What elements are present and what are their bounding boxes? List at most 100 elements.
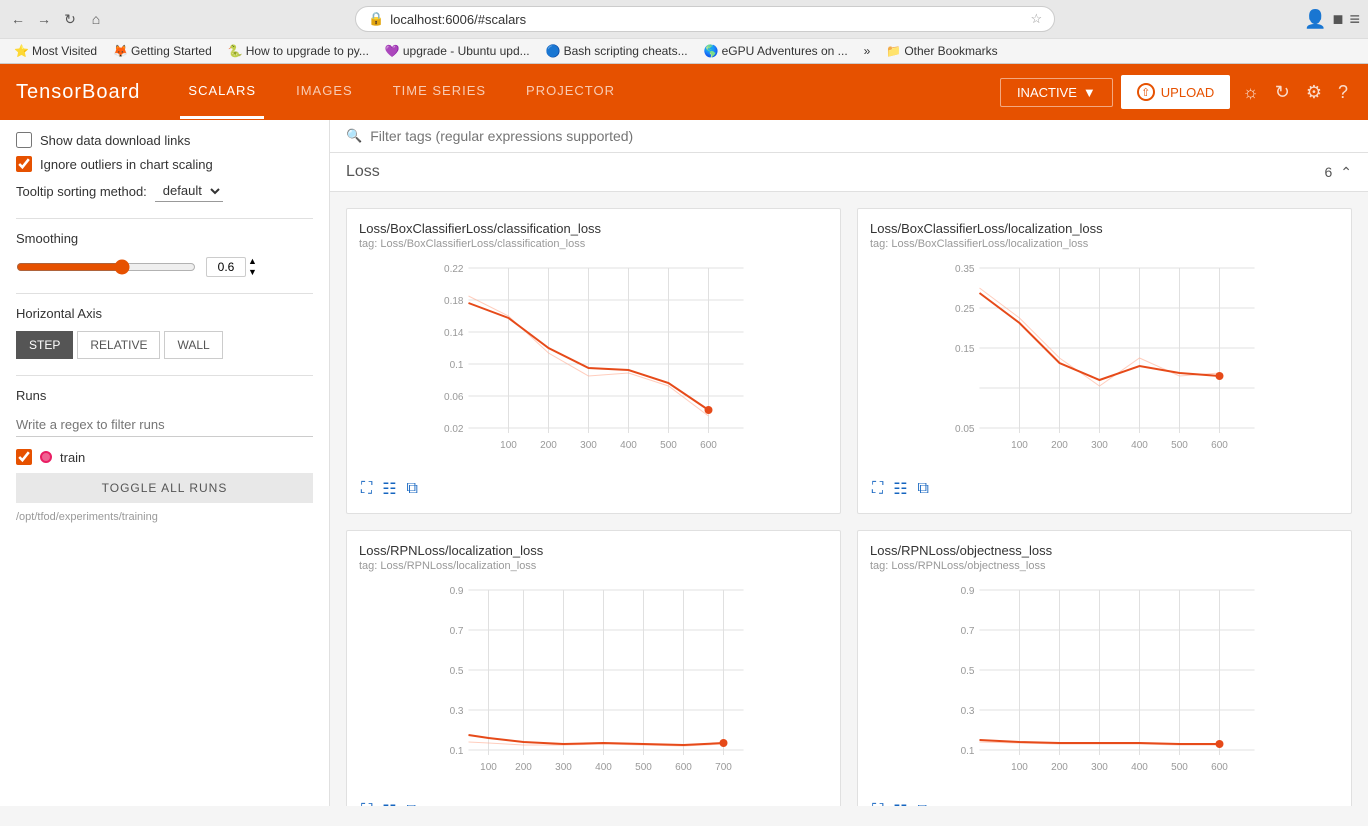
ignore-outliers-checkbox[interactable] [16,156,32,172]
svg-text:0.22: 0.22 [444,264,464,275]
bookmark-python[interactable]: 🐍 How to upgrade to py... [222,42,375,60]
more-bookmarks[interactable]: » [858,42,877,60]
divider-3 [16,375,313,376]
chart-3-tag: tag: Loss/RPNLoss/localization_loss [359,560,828,572]
collapse-icon[interactable]: ⌃ [1340,164,1352,181]
bookmark-ubuntu[interactable]: 💜 upgrade - Ubuntu upd... [379,42,536,60]
chart-2-expand-button[interactable]: ⛶ [870,477,885,501]
show-download-checkbox-row[interactable]: Show data download links [16,132,313,148]
svg-text:0.1: 0.1 [450,746,464,757]
theme-icon[interactable]: ☼ [1238,78,1263,107]
tooltip-select[interactable]: default [155,180,223,202]
folder-icon: 📁 [886,44,901,58]
svg-text:400: 400 [1131,440,1148,451]
svg-text:0.15: 0.15 [955,344,975,355]
forward-button[interactable]: → [34,9,54,29]
bookmark-most-visited[interactable]: ⭐ Most Visited [8,42,103,60]
smoothing-number[interactable]: 0.6 [206,257,246,277]
svg-text:0.3: 0.3 [961,706,975,717]
home-button[interactable]: ⌂ [86,9,106,29]
svg-text:300: 300 [580,440,597,451]
chart-2-zoom-button[interactable]: ⧉ [916,477,931,501]
data-path: /opt/tfod/experiments/training [16,511,313,523]
menu-icon[interactable]: ≡ [1349,9,1360,30]
nav-time-series[interactable]: TIME SERIES [385,65,494,119]
bash-icon: 🔵 [546,44,561,58]
svg-text:100: 100 [1011,762,1028,773]
svg-text:700: 700 [715,762,732,773]
refresh-button[interactable]: ↻ [60,9,80,29]
chart-4-title: Loss/RPNLoss/objectness_loss [870,543,1339,558]
nav-scalars[interactable]: SCALARS [180,65,264,119]
svg-text:300: 300 [1091,762,1108,773]
svg-text:400: 400 [620,440,637,451]
tensorboard-logo: TensorBoard [16,81,140,104]
search-icon: 🔍 [346,128,362,144]
header-right: INACTIVE ▼ ⇧ UPLOAD ☼ ↻ ⚙ ? [1000,75,1352,109]
dropdown-chevron-icon: ▼ [1083,85,1096,100]
svg-text:0.5: 0.5 [450,666,464,677]
svg-text:0.1: 0.1 [961,746,975,757]
axis-wall-button[interactable]: WALL [164,331,222,359]
nav-projector[interactable]: PROJECTOR [518,65,623,119]
nav-images[interactable]: IMAGES [288,65,361,119]
chart-3-zoom-button[interactable]: ⧉ [405,799,420,806]
content-area: 🔍 Loss 6 ⌃ Loss/BoxClassifierLoss/classi… [330,120,1368,806]
chart-2-title: Loss/BoxClassifierLoss/localization_loss [870,221,1339,236]
inactive-dropdown[interactable]: INACTIVE ▼ [1000,78,1113,107]
filter-bar: 🔍 [330,120,1368,153]
extensions-icon[interactable]: ■ [1333,9,1344,30]
slider-arrows[interactable]: ▲▼ [248,256,257,277]
smoothing-slider[interactable] [16,259,196,275]
chart-rpn-objectness: Loss/RPNLoss/objectness_loss tag: Loss/R… [857,530,1352,806]
runs-filter-input[interactable] [16,413,313,437]
bookmark-getting-started[interactable]: 🦊 Getting Started [107,42,218,60]
svg-text:100: 100 [500,440,517,451]
chart-4-zoom-button[interactable]: ⧉ [916,799,931,806]
svg-text:500: 500 [635,762,652,773]
chart-3-actions: ⛶ ☷ ⧉ [359,799,828,806]
chart-2-actions: ⛶ ☷ ⧉ [870,477,1339,501]
chart-1-zoom-button[interactable]: ⧉ [405,477,420,501]
svg-text:0.1: 0.1 [450,360,464,371]
star-icon[interactable]: ☆ [1030,11,1042,27]
profile-icon[interactable]: 👤 [1304,9,1326,30]
svg-text:0.25: 0.25 [955,304,975,315]
upload-button[interactable]: ⇧ UPLOAD [1121,75,1230,109]
chart-3-expand-button[interactable]: ⛶ [359,799,374,806]
bookmark-egpu[interactable]: 🌎 eGPU Adventures on ... [698,42,854,60]
charts-grid: Loss/BoxClassifierLoss/classification_lo… [330,192,1368,806]
smoothing-section: Smoothing 0.6 ▲▼ [16,231,313,277]
divider-1 [16,218,313,219]
back-button[interactable]: ← [8,9,28,29]
settings-icon[interactable]: ⚙ [1302,78,1326,107]
axis-step-button[interactable]: STEP [16,331,73,359]
address-bar[interactable]: 🔒 localhost:6006/#scalars ☆ [355,6,1055,32]
svg-text:600: 600 [1211,762,1228,773]
loss-section-count: 6 ⌃ [1324,164,1352,181]
svg-text:200: 200 [1051,440,1068,451]
main-layout: Show data download links Ignore outliers… [0,120,1368,806]
chart-4-expand-button[interactable]: ⛶ [870,799,885,806]
ignore-outliers-checkbox-row[interactable]: Ignore outliers in chart scaling [16,156,313,172]
chart-1-title: Loss/BoxClassifierLoss/classification_lo… [359,221,828,236]
chart-2-data-button[interactable]: ☷ [891,477,909,501]
axis-relative-button[interactable]: RELATIVE [77,331,160,359]
reload-icon[interactable]: ↻ [1271,78,1294,107]
other-bookmarks[interactable]: 📁 Other Bookmarks [880,42,1003,60]
filter-input[interactable] [370,128,1352,144]
chart-1-data-button[interactable]: ☷ [380,477,398,501]
svg-text:100: 100 [1011,440,1028,451]
chart-3-data-button[interactable]: ☷ [380,799,398,806]
help-icon[interactable]: ? [1334,78,1352,107]
chart-1-actions: ⛶ ☷ ⧉ [359,477,828,501]
toggle-all-button[interactable]: TOGGLE ALL RUNS [16,473,313,503]
bookmark-bash[interactable]: 🔵 Bash scripting cheats... [540,42,694,60]
svg-text:0.14: 0.14 [444,328,464,339]
tensorboard-header: TensorBoard SCALARS IMAGES TIME SERIES P… [0,64,1368,120]
run-train-checkbox[interactable] [16,449,32,465]
chart-4-data-button[interactable]: ☷ [891,799,909,806]
chart-1-expand-button[interactable]: ⛶ [359,477,374,501]
axis-buttons: STEP RELATIVE WALL [16,331,313,359]
show-download-checkbox[interactable] [16,132,32,148]
